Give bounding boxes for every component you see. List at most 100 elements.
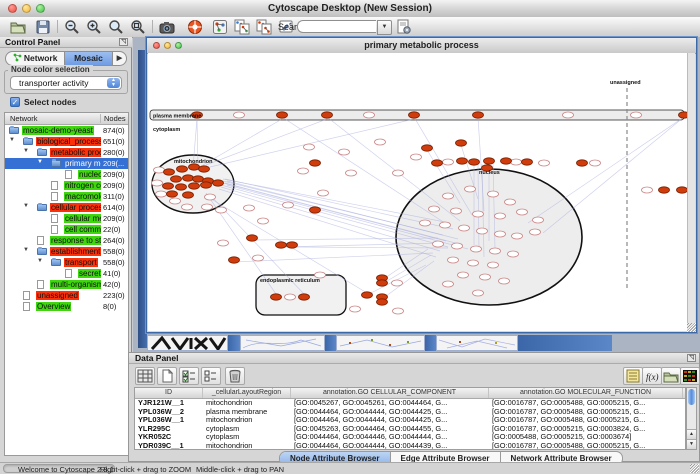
zoom-in-button[interactable] <box>84 18 104 36</box>
help-lifebuoy-button[interactable] <box>185 18 205 36</box>
graph-node[interactable] <box>364 112 375 118</box>
graph-node-selected[interactable] <box>183 192 194 198</box>
graph-node[interactable] <box>392 280 403 286</box>
graph-node[interactable] <box>451 208 462 214</box>
tree-row[interactable]: ▼biological_process651(0) <box>5 136 128 147</box>
graph-node[interactable] <box>631 112 642 118</box>
save-session-button[interactable] <box>33 18 53 36</box>
graph-node[interactable] <box>420 220 431 226</box>
tree-row[interactable]: cell communicat22(0) <box>5 224 128 235</box>
graph-node-selected[interactable] <box>277 112 288 118</box>
graph-node[interactable] <box>350 306 361 312</box>
table-cell[interactable]: [GO:0016787, GO:0005488, GO:0005215, G..… <box>489 442 683 450</box>
graph-node[interactable] <box>495 213 506 219</box>
tree-row[interactable]: ▼primary metabo209(... <box>5 158 128 169</box>
tab-network[interactable]: Network <box>6 52 64 65</box>
window-resize-grip[interactable] <box>687 323 696 332</box>
graph-node[interactable] <box>511 159 522 165</box>
table-cell[interactable]: YDR039C__1 <box>135 442 203 450</box>
select-nodes-checkbox[interactable]: ✓ <box>10 97 20 107</box>
graph-node[interactable] <box>182 204 193 210</box>
table-cell[interactable]: YPL036W__2 <box>135 408 203 417</box>
graph-node-selected[interactable] <box>271 294 282 300</box>
tree-row[interactable]: cellular metabol209(0) <box>5 213 128 224</box>
background-window-fragment[interactable] <box>147 335 228 351</box>
graph-node-selected[interactable] <box>409 112 420 118</box>
graph-node[interactable] <box>202 204 213 210</box>
zoom-fit-button[interactable] <box>128 18 148 36</box>
graph-node[interactable] <box>488 191 499 197</box>
tree-row[interactable]: Overview8(0) <box>5 301 128 312</box>
graph-node[interactable] <box>205 194 216 200</box>
graph-node[interactable] <box>152 180 163 186</box>
table-cell[interactable]: cytoplasm <box>203 433 291 442</box>
attribute-editor-button[interactable] <box>623 367 643 385</box>
table-cell[interactable]: [GO:0016787, GO:0005488, GO:0005215, G..… <box>489 416 683 425</box>
graph-node-selected[interactable] <box>659 187 670 193</box>
background-window-fragment[interactable] <box>425 335 436 351</box>
graph-node-selected[interactable] <box>473 112 484 118</box>
tree-row[interactable]: macromolecule311(0) <box>5 191 128 202</box>
graph-node[interactable] <box>499 278 510 284</box>
graph-node-selected[interactable] <box>422 145 433 151</box>
graph-node[interactable] <box>440 222 451 228</box>
graph-node[interactable] <box>218 240 229 246</box>
graph-node-selected[interactable] <box>176 184 187 190</box>
delete-attribute-button[interactable] <box>225 367 245 385</box>
table-cell[interactable]: [GO:0044464, GO:0044444, GO:0044439, G..… <box>291 442 489 450</box>
background-window-fragment[interactable] <box>228 335 240 351</box>
graph-node-selected[interactable] <box>484 158 495 164</box>
scrollbar-thumb[interactable] <box>688 389 695 405</box>
graph-node[interactable] <box>490 248 501 254</box>
table-row[interactable]: YPL036W__2plasma membrane[GO:0044464, GO… <box>135 408 685 417</box>
graph-node[interactable] <box>170 198 181 204</box>
graph-node[interactable] <box>480 274 491 280</box>
table-row[interactable]: YDR039C__1mitochondrion[GO:0044464, GO:0… <box>135 442 685 450</box>
graph-node[interactable] <box>429 206 440 212</box>
table-cell[interactable]: [GO:0045267, GO:0045261, GO:0044464, G..… <box>291 399 489 408</box>
graph-node[interactable] <box>458 272 469 278</box>
graph-node-selected[interactable] <box>522 159 533 165</box>
float-panel-icon[interactable]: ◹ <box>119 38 128 46</box>
column-id[interactable]: ID <box>135 388 203 398</box>
import-attribute-file-button[interactable] <box>661 367 681 385</box>
graph-node[interactable] <box>530 229 541 235</box>
graph-node[interactable] <box>234 112 245 118</box>
scroll-down-button[interactable]: ▼ <box>687 439 696 449</box>
background-window-fragment[interactable] <box>518 335 612 351</box>
graph-node-selected[interactable] <box>229 257 240 263</box>
graph-node[interactable] <box>477 228 488 234</box>
duplicate-view-button[interactable] <box>254 18 274 36</box>
graph-node[interactable] <box>283 202 294 208</box>
color-attribute-combobox[interactable]: transporter activity ▲▼ <box>10 76 122 90</box>
expander-icon[interactable]: ▼ <box>23 247 29 253</box>
tab-overflow-arrow[interactable]: ▶ <box>113 52 126 65</box>
graph-node[interactable] <box>512 233 523 239</box>
graph-node-selected[interactable] <box>276 242 287 248</box>
table-row[interactable]: YKR052Ccytoplasm[GO:0044464, GO:0044446,… <box>135 433 685 442</box>
graph-node[interactable] <box>285 294 296 300</box>
graph-node[interactable] <box>468 260 479 266</box>
expander-icon[interactable]: ▼ <box>37 159 43 165</box>
graph-node-selected[interactable] <box>199 166 210 172</box>
search-input[interactable] <box>297 20 376 33</box>
attribute-table-header[interactable]: ID _cellularLayoutRegion annotation.GO C… <box>135 388 685 399</box>
graph-node[interactable] <box>375 139 386 145</box>
graph-node-selected[interactable] <box>171 176 182 182</box>
graph-node[interactable] <box>642 187 653 193</box>
graph-node-selected[interactable] <box>362 292 373 298</box>
graph-node[interactable] <box>253 255 264 261</box>
expander-icon[interactable]: ▼ <box>23 203 29 209</box>
graph-node-selected[interactable] <box>167 191 178 197</box>
table-cell[interactable]: YPL036W__1 <box>135 416 203 425</box>
graph-node-selected[interactable] <box>432 160 443 166</box>
graph-node[interactable] <box>495 231 506 237</box>
app-resize-grip[interactable] <box>690 464 699 473</box>
graph-node[interactable] <box>346 170 357 176</box>
open-file-button[interactable] <box>8 18 28 36</box>
table-cell[interactable]: YJR121W__1 <box>135 399 203 408</box>
tree-row[interactable]: multi-organism pro42(0) <box>5 279 128 290</box>
column-cellular-layout-region[interactable]: _cellularLayoutRegion <box>203 388 291 398</box>
table-cell[interactable]: plasma membrane <box>203 408 291 417</box>
table-cell[interactable]: [GO:0005488, GO:0005215, GO:0003674] <box>489 433 683 442</box>
